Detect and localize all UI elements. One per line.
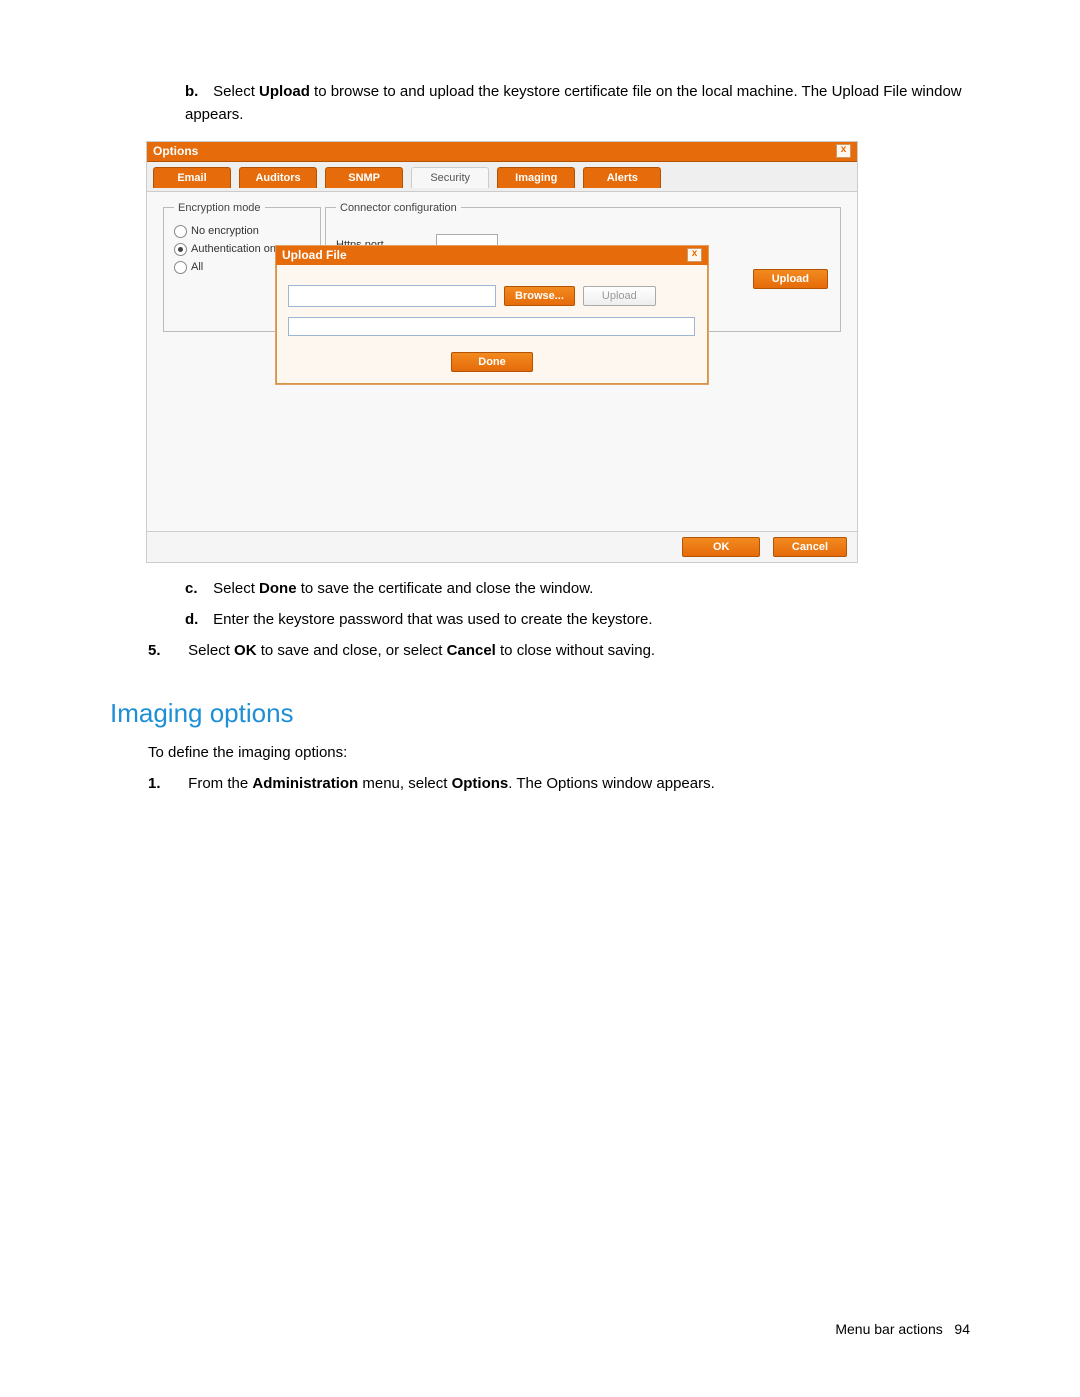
dialog-button-bar: OK Cancel [147,531,857,562]
label-auth: Authentication on [191,243,276,255]
tab-bar: Email Auditors SNMP Security Imaging Ale… [147,162,857,192]
label-no-encryption: No encryption [191,225,259,237]
options-window-screenshot: Options x Email Auditors SNMP Security I… [146,141,858,563]
cancel-button[interactable]: Cancel [773,537,847,557]
instr-c-post: to save the certificate and close the wi… [297,580,594,597]
browse-button[interactable]: Browse... [504,286,575,306]
tab-email[interactable]: Email [153,167,231,188]
radio-auth[interactable] [174,243,187,256]
marker-b: b. [185,80,209,103]
upload-file-modal: Upload File x Browse... Upload Done [275,245,709,385]
modal-title: Upload File [282,248,347,262]
instruction-5: 5. Select OK to save and close, or selec… [148,639,970,662]
instruction-c: c. Select Done to save the certificate a… [185,577,970,600]
step1-bold1: Administration [252,775,358,792]
tab-snmp[interactable]: SNMP [325,167,403,188]
marker-c: c. [185,577,209,600]
footer-text: Menu bar actions [835,1321,942,1337]
window-title: Options [153,144,198,158]
modal-close-icon[interactable]: x [687,248,702,262]
instr-5-bold1: OK [234,642,257,659]
tab-auditors[interactable]: Auditors [239,167,317,188]
tab-alerts[interactable]: Alerts [583,167,661,188]
instr-c-bold: Done [259,580,297,597]
page-footer: Menu bar actions 94 [835,1321,970,1337]
instr-d-text: Enter the keystore password that was use… [213,611,652,628]
tab-imaging[interactable]: Imaging [497,167,575,188]
marker-5: 5. [148,639,184,662]
close-icon[interactable]: x [836,144,851,158]
upload-progress [288,317,695,336]
instruction-d: d. Enter the keystore password that was … [185,608,970,631]
done-button[interactable]: Done [451,352,533,372]
modal-upload-button[interactable]: Upload [583,286,656,306]
instruction-b: b. Select Upload to browse to and upload… [185,80,970,127]
page-number: 94 [954,1321,970,1337]
modal-titlebar: Upload File x [276,246,708,265]
marker-d: d. [185,608,209,631]
step1-bold2: Options [452,775,509,792]
tab-content: Encryption mode No encryption Authentica… [147,192,857,562]
connector-legend: Connector configuration [336,202,461,214]
tab-security[interactable]: Security [411,167,489,188]
instr-c-pre: Select [213,580,259,597]
upload-button-outer[interactable]: Upload [753,269,828,289]
instr-b-bold: Upload [259,83,310,100]
step1-pre: From the [188,775,252,792]
radio-all[interactable] [174,261,187,274]
step1-post: . The Options window appears. [508,775,715,792]
step-1: 1. From the Administration menu, select … [148,775,970,792]
instr-5-bold2: Cancel [447,642,496,659]
radio-no-encryption[interactable] [174,225,187,238]
file-path-input[interactable] [288,285,496,307]
ok-button[interactable]: OK [682,537,761,557]
label-all: All [191,261,203,273]
instr-5-post: to close without saving. [496,642,655,659]
encryption-legend: Encryption mode [174,202,265,214]
section-heading: Imaging options [110,698,970,729]
step1-mid: menu, select [358,775,451,792]
window-titlebar: Options x [147,142,857,162]
section-intro: To define the imaging options: [148,741,970,764]
instr-b-pre: Select [213,83,259,100]
marker-1: 1. [148,775,184,792]
instr-5-mid: to save and close, or select [257,642,447,659]
instr-5-pre: Select [188,642,234,659]
